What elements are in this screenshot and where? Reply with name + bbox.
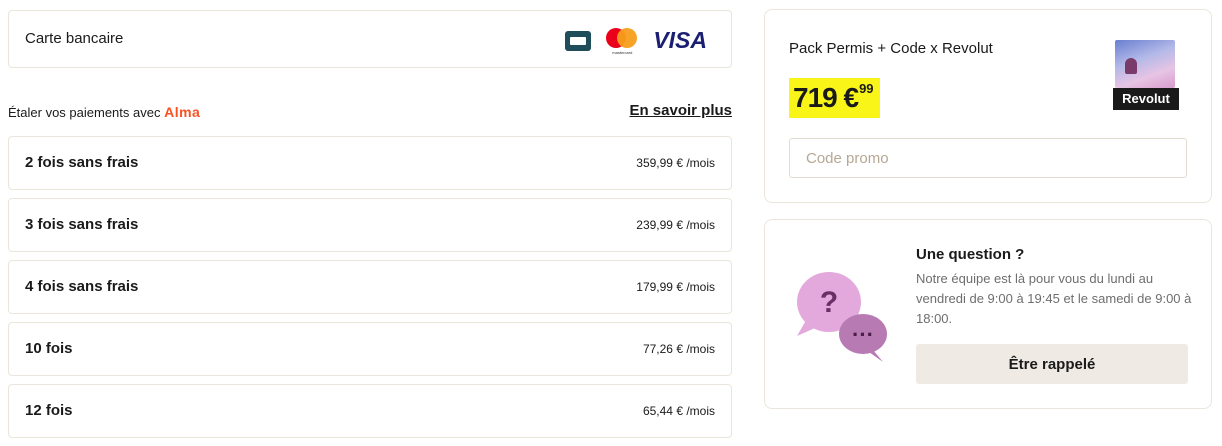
installment-option[interactable]: 12 fois 65,44 € /mois xyxy=(8,384,732,438)
installment-label: 4 fois sans frais xyxy=(25,278,139,295)
installment-label: 12 fois xyxy=(25,402,73,419)
help-panel: ? ··· Une question ? Notre équipe est là… xyxy=(764,219,1212,409)
callback-button[interactable]: Être rappelé xyxy=(916,344,1188,384)
product-image: Revolut xyxy=(1113,38,1179,110)
chat-bubbles-icon: ? ··· xyxy=(797,272,887,362)
mastercard-icon: mastercard xyxy=(605,27,639,55)
product-name: Pack Permis + Code x Revolut xyxy=(789,40,993,57)
installment-label: 10 fois xyxy=(25,340,73,357)
installment-option[interactable]: 3 fois sans frais 239,99 € /mois xyxy=(8,198,732,252)
bubble-question-mark: ? xyxy=(820,286,838,319)
alma-prefix: Étaler vos paiements avec xyxy=(8,105,161,120)
learn-more-link[interactable]: En savoir plus xyxy=(629,102,732,119)
installment-label: 3 fois sans frais xyxy=(25,216,139,233)
price-tag: 719 € 99 xyxy=(789,78,880,118)
installment-label: 2 fois sans frais xyxy=(25,154,139,171)
help-text: Notre équipe est là pour vous du lundi a… xyxy=(916,271,1192,326)
installment-price: 359,99 € /mois xyxy=(636,156,715,170)
cb-icon xyxy=(565,30,592,51)
alma-logo: Alma xyxy=(164,104,201,120)
revolut-badge: Revolut xyxy=(1113,88,1179,110)
installment-option[interactable]: 2 fois sans frais 359,99 € /mois xyxy=(8,136,732,190)
installment-price: 65,44 € /mois xyxy=(642,404,715,418)
payment-method-label: Carte bancaire xyxy=(25,30,124,47)
help-title: Une question ? xyxy=(916,246,1025,263)
order-summary: Pack Permis + Code x Revolut 719 € 99 Re… xyxy=(764,9,1212,203)
installment-price: 77,26 € /mois xyxy=(642,342,715,356)
mastercard-text: mastercard xyxy=(612,49,633,55)
alma-intro: Étaler vos paiements avec Alma xyxy=(8,104,200,120)
price-cents: 99 xyxy=(859,81,874,96)
card-logos: mastercard VISA xyxy=(565,27,707,55)
payment-method-card[interactable]: Carte bancaire mastercard VISA xyxy=(8,10,732,68)
visa-icon: VISA xyxy=(653,27,707,53)
alma-header: Étaler vos paiements avec Alma En savoir… xyxy=(8,102,732,122)
photo-silhouette xyxy=(1125,58,1137,74)
promo-code-input[interactable] xyxy=(789,138,1187,178)
installment-option[interactable]: 10 fois 77,26 € /mois xyxy=(8,322,732,376)
bubble-dots: ··· xyxy=(852,322,874,347)
installment-option[interactable]: 4 fois sans frais 179,99 € /mois xyxy=(8,260,732,314)
price-main: 719 € xyxy=(793,82,859,113)
installment-price: 179,99 € /mois xyxy=(636,280,715,294)
installment-price: 239,99 € /mois xyxy=(636,218,715,232)
license-card-image xyxy=(1115,40,1175,88)
